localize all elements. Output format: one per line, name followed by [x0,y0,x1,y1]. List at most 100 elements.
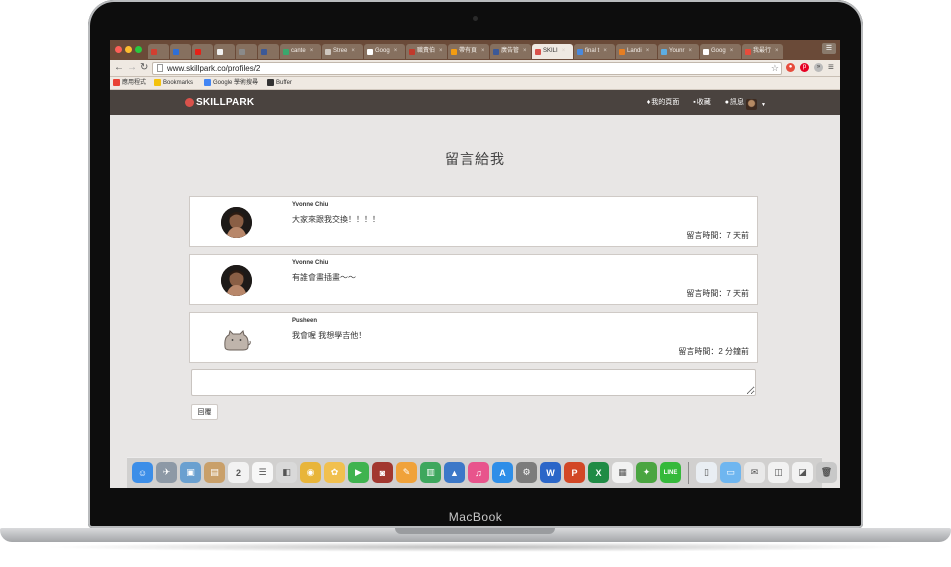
address-bar[interactable]: www.skillpark.co/profiles/2 ☆ [152,62,782,75]
close-tab-icon[interactable]: × [730,44,734,59]
bookmark-apps[interactable]: 應用程式 [113,77,146,89]
folder-icon[interactable]: ▭ [720,462,741,483]
back-icon[interactable]: ← [114,62,124,74]
browser-tab[interactable]: 職責伯 × [406,44,447,59]
reminders-icon[interactable]: ☰ [252,462,273,483]
itunes-icon[interactable]: ♫ [468,462,489,483]
browser-tab[interactable] [170,44,191,59]
trash-icon[interactable]: 🗑 [816,462,837,483]
bookmark-label: 應用程式 [122,80,147,86]
photo-booth-icon[interactable]: ◙ [372,462,393,483]
browser-tab[interactable]: Stree × [322,44,363,59]
photos-icon[interactable]: ✿ [324,462,345,483]
extension-record-icon[interactable]: ● [786,63,795,72]
photos-viewer-icon[interactable]: ◧ [276,462,297,483]
browser-tab[interactable] [192,44,213,59]
minimize-window-button[interactable] [125,46,132,53]
reply-input[interactable] [191,369,756,396]
close-tab-icon[interactable]: × [562,44,566,59]
browser-tab[interactable]: 我最行 × [742,44,783,59]
dock: ☺ ✈ ▣ ▤ 2 ☰ ◧ ◉ ✿ ▶ ◙ ✎ ▥ ▲ ♫ A ⚙ W P X ▦ ✦ LINE ▯ ▭ ✉ ◫ ◪ 🗑 [127,457,837,488]
tab-label: Landi [627,48,642,54]
close-tab-icon[interactable]: × [603,44,607,59]
reply-button[interactable]: 回覆 [191,404,218,420]
calendar-icon[interactable]: 2 [228,462,249,483]
profile-icon[interactable]: ☰ [822,43,836,54]
page-title: 留言給我 [445,151,505,167]
preview-icon[interactable]: ▣ [180,462,201,483]
browser-tab[interactable]: Goog × [364,44,405,59]
pdf-stack-icon[interactable]: ◪ [792,462,813,483]
browser-tab[interactable]: SKILI × [532,44,573,59]
close-tab-icon[interactable]: × [775,44,779,59]
mail-stack-icon[interactable]: ✉ [744,462,765,483]
favicon-icon [745,48,751,55]
browser-tab[interactable] [148,44,169,59]
close-tab-icon[interactable]: × [351,44,355,59]
keynote-icon[interactable]: ▲ [444,462,465,483]
launchpad-icon[interactable]: ✈ [156,462,177,483]
forward-icon[interactable]: → [127,62,137,74]
menu-icon[interactable]: ≡ [828,62,834,74]
bookmark-google-scholar[interactable]: Google 學術搜尋 [204,77,258,89]
favicon-icon [577,48,583,55]
document-icon[interactable]: ▯ [696,462,717,483]
app-store-icon[interactable]: A [492,462,513,483]
close-tab-icon[interactable]: × [481,44,485,59]
buffer-icon [267,78,274,86]
close-tab-icon[interactable]: × [523,44,527,59]
nav-my-page[interactable]: ♦ 我的頁面 [647,97,680,108]
calculator-grid-icon[interactable]: ▦ [612,462,633,483]
browser-tab[interactable] [258,44,279,59]
browser-tab[interactable]: final t × [574,44,615,59]
bookmark-star-icon[interactable]: ☆ [771,63,779,74]
bookmark-buffer[interactable]: Buffer [267,77,292,89]
favicon-icon [151,48,157,55]
user-menu[interactable]: ▼ [745,96,766,114]
avatar [745,99,757,111]
site-navbar: SKILLPARK ♦ 我的頁面 ▪ 收藏 ● 訊息 ▼ [110,90,840,115]
browser-tab[interactable] [214,44,235,59]
pages-icon[interactable]: ✎ [396,462,417,483]
apps-icon [113,78,120,86]
numbers-icon[interactable]: ▥ [420,462,441,483]
site-logo[interactable]: SKILLPARK [185,97,254,108]
image-stack-icon[interactable]: ◫ [768,462,789,483]
word-icon[interactable]: W [540,462,561,483]
extension-arrows-icon[interactable]: » [814,63,823,72]
zoom-window-button[interactable] [135,46,142,53]
facetime-icon[interactable]: ▶ [348,462,369,483]
browser-tab[interactable]: 廣告管 × [490,44,531,59]
tab-label: final t [585,48,600,54]
browser-tab[interactable]: Younr × [658,44,699,59]
favicon-icon [173,48,179,55]
close-tab-icon[interactable]: × [646,44,650,59]
browser-tab[interactable]: 帶有頁 × [448,44,489,59]
inbox-icon: ▪ [693,99,696,106]
close-tab-icon[interactable]: × [688,44,692,59]
bookmark-bookmarks[interactable]: Bookmarks [154,77,193,89]
finder-icon[interactable]: ☺ [132,462,153,483]
favicon-icon [239,48,245,55]
evernote-icon[interactable]: ✦ [636,462,657,483]
nav-favorites[interactable]: ▪ 收藏 [693,97,710,108]
close-tab-icon[interactable]: × [394,44,398,59]
comment-text: 大家來跟我交換！！！！ [292,215,380,224]
powerpoint-icon[interactable]: P [564,462,585,483]
excel-icon[interactable]: X [588,462,609,483]
tab-label: 我最行 [753,48,772,54]
chrome-icon[interactable]: ◉ [300,462,321,483]
system-preferences-icon[interactable]: ⚙ [516,462,537,483]
notes-icon[interactable]: ▤ [204,462,225,483]
browser-tab[interactable]: cante × [280,44,321,59]
close-tab-icon[interactable]: × [310,44,314,59]
browser-tab[interactable]: Goog × [700,44,741,59]
close-tab-icon[interactable]: × [439,44,443,59]
browser-tab[interactable] [236,44,257,59]
pinterest-icon[interactable]: p [800,63,809,72]
line-icon[interactable]: LINE [660,462,681,483]
reload-icon[interactable]: ↻ [140,62,148,74]
close-window-button[interactable] [115,46,122,53]
browser-tab[interactable]: Landi × [616,44,657,59]
nav-messages[interactable]: ● 訊息 [725,97,744,108]
